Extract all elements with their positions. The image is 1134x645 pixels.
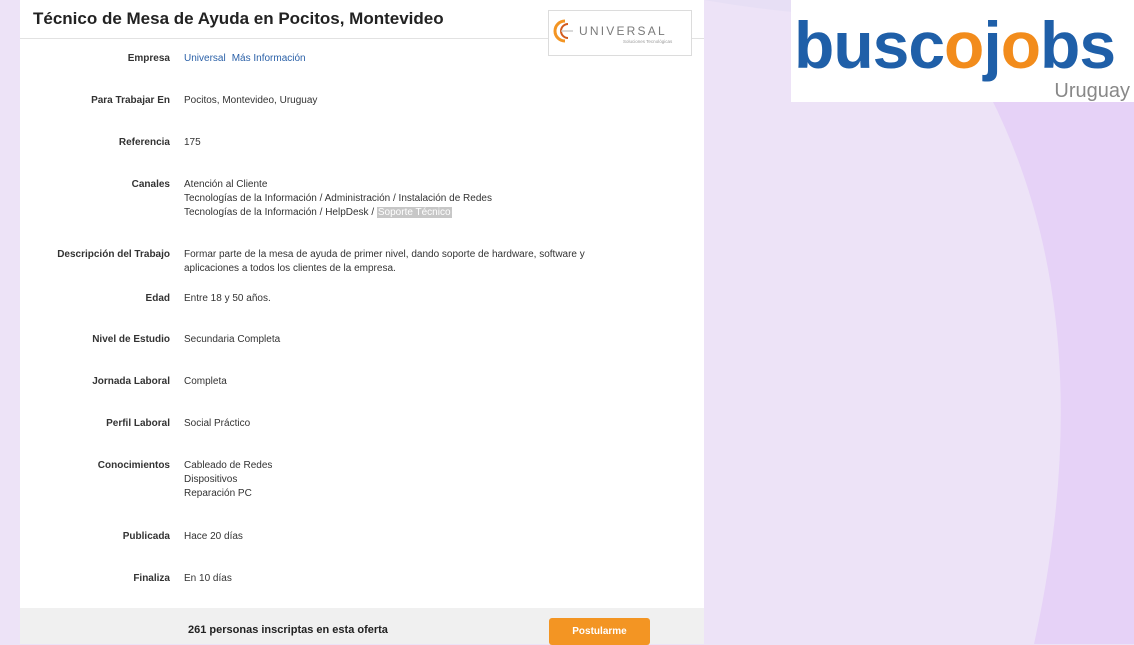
apply-footer: 261 personas inscriptas en esta oferta P…	[20, 608, 704, 645]
field-label: Edad	[145, 293, 170, 304]
field-label: Descripción del Trabajo	[57, 249, 170, 260]
company-logo-tagline: Soluciones Tecnológicas	[623, 39, 673, 44]
field-label: Publicada	[122, 531, 170, 542]
company-logo[interactable]: UNIVERSAL Soluciones Tecnológicas	[548, 10, 692, 56]
apply-button[interactable]: Postularme	[549, 618, 650, 645]
field-value: 175	[184, 137, 201, 148]
skill-item: Dispositivos	[184, 474, 238, 485]
field-value: Entre 18 y 50 años.	[184, 293, 271, 304]
field-label: Nivel de Estudio	[92, 334, 170, 345]
field-value: Social Práctico	[184, 418, 251, 429]
site-logo-part: j	[981, 8, 1000, 82]
company-logo-mark	[553, 19, 573, 43]
field-label: Empresa	[127, 53, 170, 64]
company-link[interactable]: Universal	[184, 53, 226, 64]
job-detail-panel: Técnico de Mesa de Ayuda en Pocitos, Mon…	[20, 0, 704, 645]
field-label: Referencia	[118, 137, 170, 148]
field-label: Canales	[131, 179, 170, 190]
field-value: Atención al Cliente Tecnologías de la In…	[184, 178, 654, 220]
channel-item: Atención al Cliente	[184, 179, 268, 190]
field-value: Pocitos, Montevideo, Uruguay	[184, 95, 318, 106]
field-label: Conocimientos	[97, 460, 170, 471]
field-value: En 10 días	[184, 573, 232, 584]
field-label: Perfil Laboral	[106, 418, 170, 429]
field-value: Cableado de Redes Dispositivos Reparació…	[184, 459, 654, 501]
site-logo-part: busc	[794, 8, 944, 82]
field-value: Secundaria Completa	[184, 334, 281, 345]
field-value: Completa	[184, 376, 227, 387]
company-logo-name: UNIVERSAL	[579, 24, 667, 38]
channel-item: Tecnologías de la Información / Administ…	[184, 193, 492, 204]
applicants-count: 261 personas inscriptas en esta oferta	[188, 624, 388, 636]
site-logo-part: o	[1001, 8, 1040, 82]
site-logo-part: bs	[1040, 8, 1115, 82]
field-label: Finaliza	[133, 573, 170, 584]
description-text: Formar parte de la mesa de ayuda de prim…	[184, 249, 585, 274]
site-logo-wordmark: buscojobs	[794, 8, 1115, 82]
skill-item: Cableado de Redes	[184, 460, 273, 471]
site-logo[interactable]: buscojobs Uruguay	[791, 0, 1134, 102]
field-value: Formar parte de la mesa de ayuda de prim…	[184, 248, 614, 276]
site-logo-part: o	[944, 8, 983, 82]
site-logo-country: Uruguay	[1054, 80, 1130, 102]
more-info-link[interactable]: Más Información	[232, 53, 306, 64]
highlighted-channel: Soporte Técnico	[376, 207, 452, 218]
channel-path: Tecnologías de la Información / HelpDesk…	[184, 207, 377, 218]
field-label: Para Trabajar En	[91, 95, 170, 106]
field-value: Hace 20 días	[184, 531, 243, 542]
channel-item: Tecnologías de la Información / HelpDesk…	[184, 206, 654, 220]
field-label: Jornada Laboral	[92, 376, 170, 387]
job-title: Técnico de Mesa de Ayuda en Pocitos, Mon…	[33, 9, 444, 28]
skill-item: Reparación PC	[184, 488, 252, 499]
field-value: Universal Más Información	[184, 52, 654, 66]
